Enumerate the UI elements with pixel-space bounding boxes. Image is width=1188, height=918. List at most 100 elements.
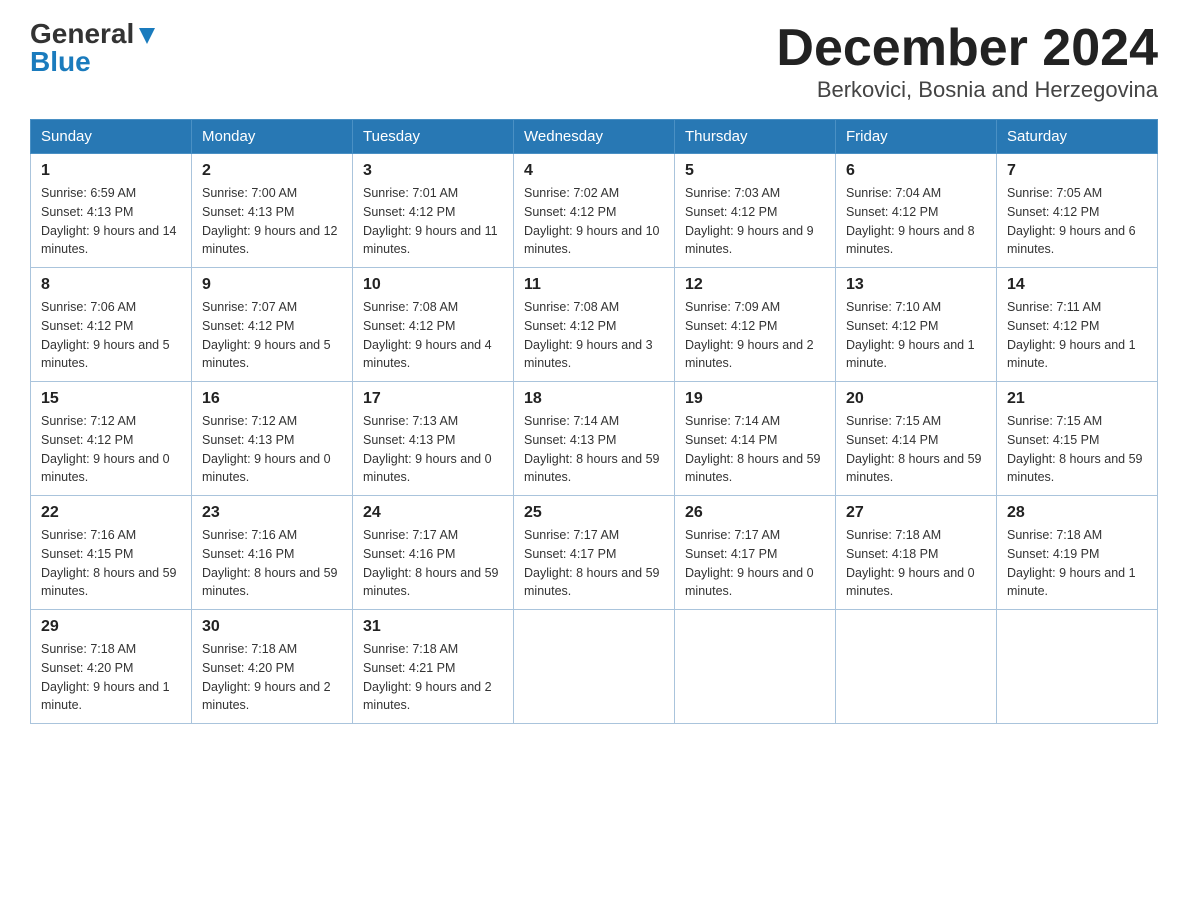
day-number: 9 <box>202 276 342 294</box>
day-info: Sunrise: 7:01 AMSunset: 4:12 PMDaylight:… <box>363 186 498 256</box>
calendar-week-1: 1 Sunrise: 6:59 AMSunset: 4:13 PMDayligh… <box>31 154 1158 268</box>
calendar-cell: 1 Sunrise: 6:59 AMSunset: 4:13 PMDayligh… <box>31 154 192 268</box>
calendar-cell: 16 Sunrise: 7:12 AMSunset: 4:13 PMDaylig… <box>192 382 353 496</box>
calendar-table: SundayMondayTuesdayWednesdayThursdayFrid… <box>30 119 1158 724</box>
day-number: 1 <box>41 162 181 180</box>
day-info: Sunrise: 7:09 AMSunset: 4:12 PMDaylight:… <box>685 300 814 370</box>
calendar-cell: 25 Sunrise: 7:17 AMSunset: 4:17 PMDaylig… <box>514 496 675 610</box>
day-number: 24 <box>363 504 503 522</box>
logo: General Blue <box>30 20 158 76</box>
day-number: 31 <box>363 618 503 636</box>
calendar-cell: 3 Sunrise: 7:01 AMSunset: 4:12 PMDayligh… <box>353 154 514 268</box>
page-subtitle: Berkovici, Bosnia and Herzegovina <box>776 77 1158 103</box>
calendar-cell: 26 Sunrise: 7:17 AMSunset: 4:17 PMDaylig… <box>675 496 836 610</box>
logo-triangle-icon <box>136 24 158 46</box>
day-info: Sunrise: 7:05 AMSunset: 4:12 PMDaylight:… <box>1007 186 1136 256</box>
day-info: Sunrise: 7:03 AMSunset: 4:12 PMDaylight:… <box>685 186 814 256</box>
day-info: Sunrise: 7:18 AMSunset: 4:18 PMDaylight:… <box>846 528 975 598</box>
day-number: 18 <box>524 390 664 408</box>
calendar-cell: 7 Sunrise: 7:05 AMSunset: 4:12 PMDayligh… <box>997 154 1158 268</box>
day-number: 19 <box>685 390 825 408</box>
day-info: Sunrise: 7:12 AMSunset: 4:12 PMDaylight:… <box>41 414 170 484</box>
day-info: Sunrise: 7:15 AMSunset: 4:14 PMDaylight:… <box>846 414 982 484</box>
calendar-cell: 31 Sunrise: 7:18 AMSunset: 4:21 PMDaylig… <box>353 610 514 724</box>
calendar-cell: 14 Sunrise: 7:11 AMSunset: 4:12 PMDaylig… <box>997 268 1158 382</box>
day-number: 22 <box>41 504 181 522</box>
calendar-cell: 10 Sunrise: 7:08 AMSunset: 4:12 PMDaylig… <box>353 268 514 382</box>
day-number: 16 <box>202 390 342 408</box>
day-number: 8 <box>41 276 181 294</box>
calendar-cell: 22 Sunrise: 7:16 AMSunset: 4:15 PMDaylig… <box>31 496 192 610</box>
logo-blue: Blue <box>30 46 91 77</box>
calendar-cell: 29 Sunrise: 7:18 AMSunset: 4:20 PMDaylig… <box>31 610 192 724</box>
day-number: 25 <box>524 504 664 522</box>
calendar-cell: 12 Sunrise: 7:09 AMSunset: 4:12 PMDaylig… <box>675 268 836 382</box>
header-monday: Monday <box>192 120 353 154</box>
calendar-cell <box>514 610 675 724</box>
day-info: Sunrise: 7:14 AMSunset: 4:14 PMDaylight:… <box>685 414 821 484</box>
day-info: Sunrise: 7:10 AMSunset: 4:12 PMDaylight:… <box>846 300 975 370</box>
calendar-cell: 11 Sunrise: 7:08 AMSunset: 4:12 PMDaylig… <box>514 268 675 382</box>
calendar-cell: 17 Sunrise: 7:13 AMSunset: 4:13 PMDaylig… <box>353 382 514 496</box>
day-number: 12 <box>685 276 825 294</box>
day-info: Sunrise: 7:02 AMSunset: 4:12 PMDaylight:… <box>524 186 660 256</box>
day-info: Sunrise: 7:16 AMSunset: 4:16 PMDaylight:… <box>202 528 338 598</box>
day-info: Sunrise: 7:17 AMSunset: 4:17 PMDaylight:… <box>685 528 814 598</box>
day-number: 11 <box>524 276 664 294</box>
calendar-body: 1 Sunrise: 6:59 AMSunset: 4:13 PMDayligh… <box>31 154 1158 724</box>
calendar-cell: 24 Sunrise: 7:17 AMSunset: 4:16 PMDaylig… <box>353 496 514 610</box>
day-info: Sunrise: 7:18 AMSunset: 4:21 PMDaylight:… <box>363 642 492 712</box>
calendar-cell: 21 Sunrise: 7:15 AMSunset: 4:15 PMDaylig… <box>997 382 1158 496</box>
calendar-cell: 23 Sunrise: 7:16 AMSunset: 4:16 PMDaylig… <box>192 496 353 610</box>
day-info: Sunrise: 7:00 AMSunset: 4:13 PMDaylight:… <box>202 186 338 256</box>
day-number: 14 <box>1007 276 1147 294</box>
day-info: Sunrise: 7:04 AMSunset: 4:12 PMDaylight:… <box>846 186 975 256</box>
calendar-cell: 20 Sunrise: 7:15 AMSunset: 4:14 PMDaylig… <box>836 382 997 496</box>
header-friday: Friday <box>836 120 997 154</box>
day-info: Sunrise: 7:14 AMSunset: 4:13 PMDaylight:… <box>524 414 660 484</box>
day-number: 26 <box>685 504 825 522</box>
day-info: Sunrise: 7:11 AMSunset: 4:12 PMDaylight:… <box>1007 300 1136 370</box>
day-info: Sunrise: 7:08 AMSunset: 4:12 PMDaylight:… <box>524 300 653 370</box>
day-info: Sunrise: 7:13 AMSunset: 4:13 PMDaylight:… <box>363 414 492 484</box>
day-number: 10 <box>363 276 503 294</box>
day-number: 17 <box>363 390 503 408</box>
header-wednesday: Wednesday <box>514 120 675 154</box>
day-number: 27 <box>846 504 986 522</box>
day-info: Sunrise: 7:18 AMSunset: 4:20 PMDaylight:… <box>202 642 331 712</box>
calendar-cell: 15 Sunrise: 7:12 AMSunset: 4:12 PMDaylig… <box>31 382 192 496</box>
page-header: General Blue December 2024 Berkovici, Bo… <box>30 20 1158 103</box>
day-info: Sunrise: 7:15 AMSunset: 4:15 PMDaylight:… <box>1007 414 1143 484</box>
day-number: 3 <box>363 162 503 180</box>
day-info: Sunrise: 7:17 AMSunset: 4:16 PMDaylight:… <box>363 528 499 598</box>
header-saturday: Saturday <box>997 120 1158 154</box>
calendar-cell: 13 Sunrise: 7:10 AMSunset: 4:12 PMDaylig… <box>836 268 997 382</box>
day-number: 23 <box>202 504 342 522</box>
header-sunday: Sunday <box>31 120 192 154</box>
day-number: 13 <box>846 276 986 294</box>
calendar-week-4: 22 Sunrise: 7:16 AMSunset: 4:15 PMDaylig… <box>31 496 1158 610</box>
calendar-cell: 30 Sunrise: 7:18 AMSunset: 4:20 PMDaylig… <box>192 610 353 724</box>
day-number: 15 <box>41 390 181 408</box>
header-tuesday: Tuesday <box>353 120 514 154</box>
page-title: December 2024 <box>776 20 1158 77</box>
day-info: Sunrise: 7:07 AMSunset: 4:12 PMDaylight:… <box>202 300 331 370</box>
calendar-cell: 28 Sunrise: 7:18 AMSunset: 4:19 PMDaylig… <box>997 496 1158 610</box>
day-info: Sunrise: 7:16 AMSunset: 4:15 PMDaylight:… <box>41 528 177 598</box>
day-number: 21 <box>1007 390 1147 408</box>
day-number: 20 <box>846 390 986 408</box>
calendar-week-5: 29 Sunrise: 7:18 AMSunset: 4:20 PMDaylig… <box>31 610 1158 724</box>
day-info: Sunrise: 6:59 AMSunset: 4:13 PMDaylight:… <box>41 186 177 256</box>
calendar-cell <box>836 610 997 724</box>
day-number: 5 <box>685 162 825 180</box>
day-number: 7 <box>1007 162 1147 180</box>
calendar-week-3: 15 Sunrise: 7:12 AMSunset: 4:12 PMDaylig… <box>31 382 1158 496</box>
day-number: 28 <box>1007 504 1147 522</box>
calendar-week-2: 8 Sunrise: 7:06 AMSunset: 4:12 PMDayligh… <box>31 268 1158 382</box>
day-info: Sunrise: 7:06 AMSunset: 4:12 PMDaylight:… <box>41 300 170 370</box>
day-info: Sunrise: 7:18 AMSunset: 4:19 PMDaylight:… <box>1007 528 1136 598</box>
day-number: 30 <box>202 618 342 636</box>
day-info: Sunrise: 7:17 AMSunset: 4:17 PMDaylight:… <box>524 528 660 598</box>
day-number: 29 <box>41 618 181 636</box>
calendar-cell: 2 Sunrise: 7:00 AMSunset: 4:13 PMDayligh… <box>192 154 353 268</box>
